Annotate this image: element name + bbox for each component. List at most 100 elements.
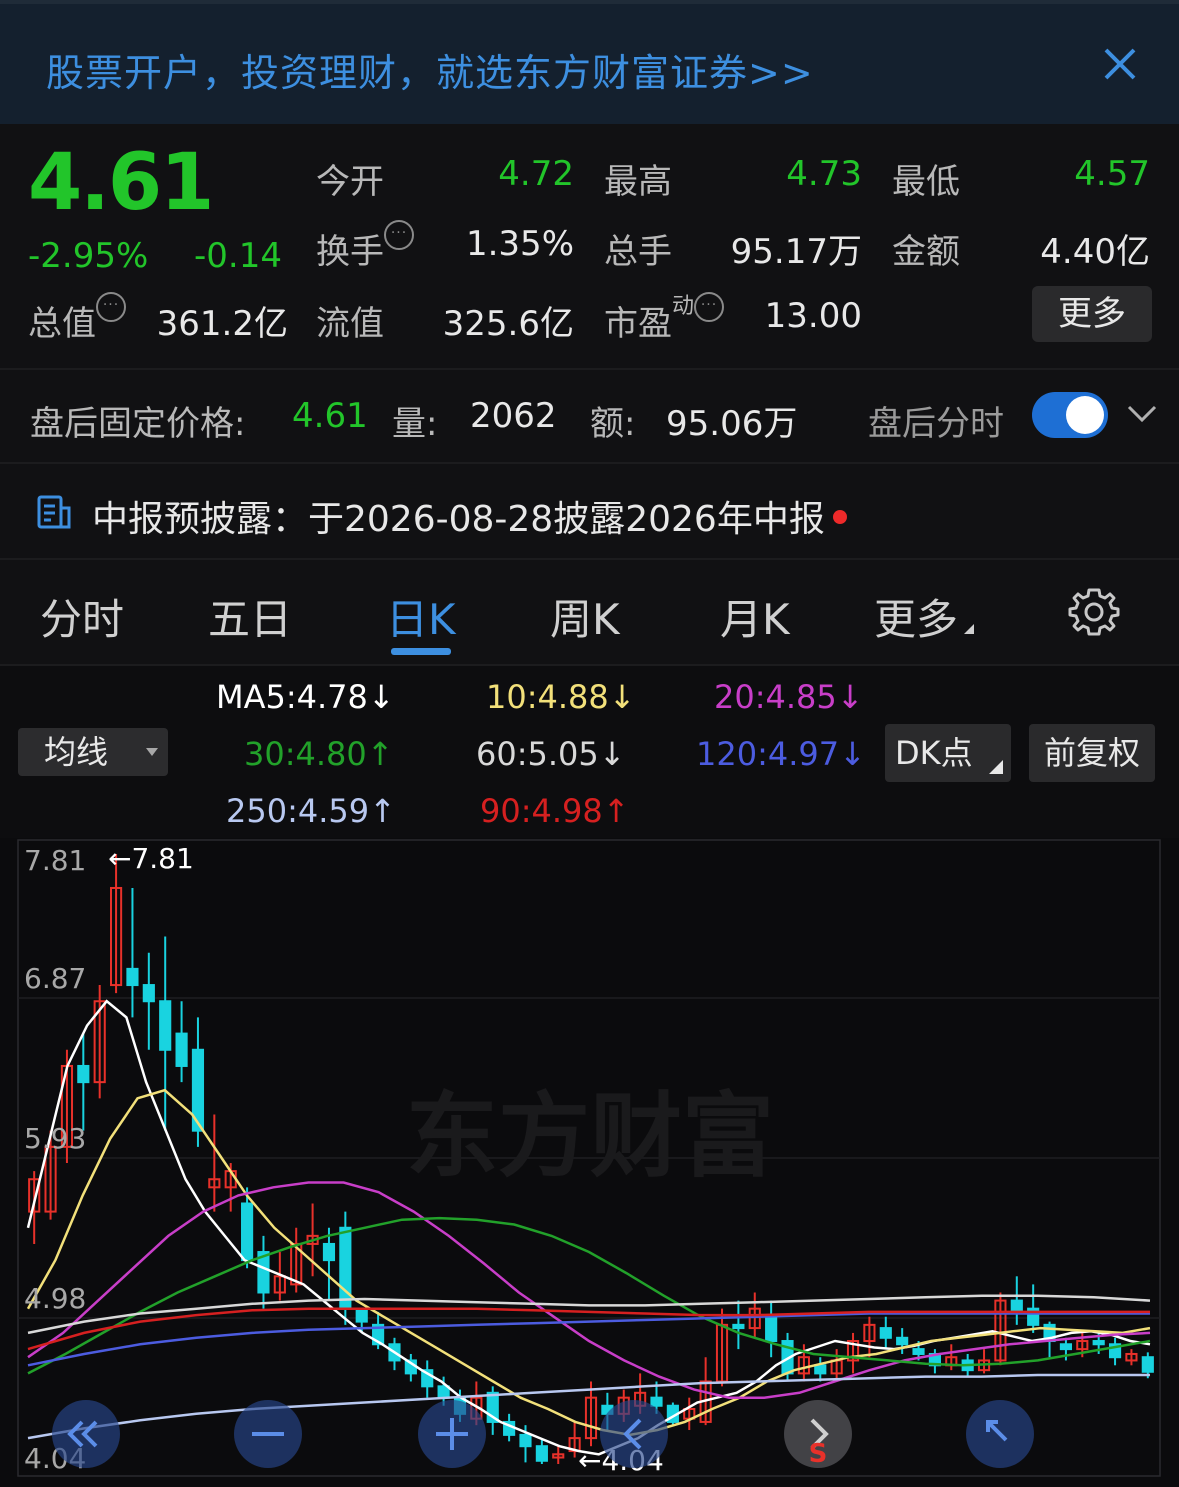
candle-body	[339, 1226, 352, 1310]
after-intraday-label: 盘后分时	[868, 404, 1004, 444]
mktcap-value: 361.2亿	[156, 304, 288, 344]
close-icon[interactable]	[1098, 42, 1142, 86]
pe-label[interactable]: 市盈动 ···	[604, 292, 725, 345]
candle-body	[732, 1323, 745, 1330]
ma-line-ma90	[27, 1307, 1150, 1351]
after-amt-label: 额:	[590, 404, 636, 444]
chevron-down-icon[interactable]	[1126, 400, 1158, 428]
ma120-value: 120:4.97↓	[696, 735, 866, 773]
ma-line-ma120	[27, 1312, 1150, 1367]
report-notice-text[interactable]: 中报预披露：于2026-08-28披露2026年中报	[92, 490, 847, 542]
tab-intraday[interactable]: 分时	[40, 586, 124, 647]
turnover-label-text: 换手	[316, 232, 384, 272]
pe-value: 13.00	[764, 296, 862, 336]
candle-body	[142, 984, 155, 1003]
after-hours-toggle[interactable]	[1032, 392, 1108, 438]
float-label: 流值	[316, 304, 384, 344]
float-value: 325.6亿	[442, 304, 574, 344]
more-quote-button[interactable]: 更多	[1032, 286, 1152, 342]
scroll-left-button[interactable]	[52, 1400, 120, 1468]
after-price-label: 盘后固定价格:	[30, 404, 246, 444]
chevron-right-icon: S	[809, 1418, 829, 1469]
corner-caret-icon	[964, 624, 975, 634]
step-right-button[interactable]: S	[784, 1400, 852, 1469]
candle-body	[1059, 1343, 1073, 1351]
ma250-value: 250:4.59↑	[226, 792, 396, 830]
amount-label: 金额	[892, 232, 960, 272]
candle-body	[1010, 1299, 1023, 1313]
candle-body	[355, 1307, 368, 1323]
ma90-value: 90:4.98↑	[480, 792, 630, 830]
expand-button[interactable]	[966, 1400, 1034, 1468]
tab-more[interactable]: 更多	[874, 586, 975, 647]
y-tick-label: 6.87	[24, 962, 86, 995]
tab-five-day[interactable]: 五日	[208, 586, 292, 647]
high-label: 最高	[604, 162, 672, 202]
y-tick-label: 5.93	[24, 1122, 86, 1155]
candlestick-chart[interactable]: 东方财富 7.816.875.934.984.04 ←7.81←4.04	[0, 838, 1179, 1487]
tab-more-label: 更多	[874, 595, 959, 644]
candle-body	[175, 1032, 188, 1067]
svg-text:S: S	[809, 1439, 828, 1468]
volume-label: 总手	[604, 232, 672, 272]
ma10-value: 10:4.88↓	[486, 678, 636, 716]
low-label: 最低	[892, 162, 960, 202]
candle-body	[814, 1364, 827, 1375]
expand-arrow-icon	[986, 1420, 1008, 1442]
forward-adjust-button[interactable]: 前复权	[1029, 724, 1155, 782]
high-value: 4.73	[786, 154, 862, 194]
after-vol-label: 量:	[392, 404, 438, 444]
indicator-select-label: 均线	[44, 733, 109, 771]
mktcap-label-text: 总值	[28, 304, 96, 344]
candle-body	[519, 1433, 532, 1448]
y-tick-label: 4.98	[24, 1282, 86, 1315]
ma5-value: MA5:4.78↓	[216, 678, 395, 716]
dk-point-label: DK点	[895, 734, 973, 772]
candle-body	[912, 1348, 925, 1355]
tab-weekly-k[interactable]: 周K	[550, 586, 620, 647]
dropdown-arrow-icon	[146, 748, 158, 756]
amount-value: 4.40亿	[1040, 232, 1150, 272]
candle-body	[322, 1242, 336, 1262]
dk-point-button[interactable]: DK点	[885, 724, 1011, 782]
ma30-value: 30:4.80↑	[244, 735, 394, 773]
chevron-left-icon	[623, 1418, 642, 1450]
max-price-label: ←7.81	[108, 842, 194, 875]
toggle-knob	[1066, 396, 1104, 434]
promo-banner[interactable]: 股票开户，投资理财，就选东方财富证券>>	[0, 0, 1179, 124]
corner-caret-icon	[989, 760, 1003, 774]
info-icon[interactable]: ···	[694, 292, 725, 322]
candle-body	[159, 1000, 172, 1051]
candle-body	[1141, 1356, 1154, 1373]
after-price-value: 4.61	[292, 396, 368, 436]
ma60-value: 60:5.05↓	[476, 735, 626, 773]
candle-body	[77, 1064, 90, 1084]
tab-daily-k[interactable]: 日K	[386, 586, 456, 647]
step-left-button[interactable]	[600, 1400, 668, 1468]
zoom-out-button[interactable]	[234, 1400, 302, 1468]
tab-monthly-k[interactable]: 月K	[720, 586, 790, 647]
turnover-label[interactable]: 换手 ···	[316, 220, 414, 273]
double-chevron-left-icon	[67, 1420, 98, 1448]
volume-value: 95.17万	[730, 232, 862, 272]
candle-body	[1092, 1340, 1105, 1346]
after-amt-value: 95.06万	[666, 404, 798, 444]
pe-label-text: 市盈	[604, 304, 672, 344]
promo-banner-text[interactable]: 股票开户，投资理财，就选东方财富证券>>	[46, 42, 814, 97]
candle-body	[241, 1202, 254, 1262]
indicator-select[interactable]: 均线	[18, 728, 168, 776]
open-label: 今开	[316, 162, 384, 202]
change-amount: -0.14	[194, 236, 282, 276]
turnover-value: 1.35%	[465, 224, 574, 264]
candle-body	[765, 1315, 778, 1343]
zoom-in-button[interactable]	[418, 1400, 486, 1468]
plus-icon	[436, 1418, 468, 1450]
open-value: 4.72	[498, 154, 574, 194]
info-icon[interactable]: ···	[96, 292, 126, 322]
mktcap-label[interactable]: 总值 ···	[28, 292, 126, 345]
low-value: 4.57	[1074, 154, 1150, 194]
gear-icon[interactable]	[1068, 586, 1120, 638]
candle-body	[896, 1336, 909, 1346]
info-icon[interactable]: ···	[384, 220, 414, 250]
change-percent: -2.95%	[28, 236, 149, 276]
